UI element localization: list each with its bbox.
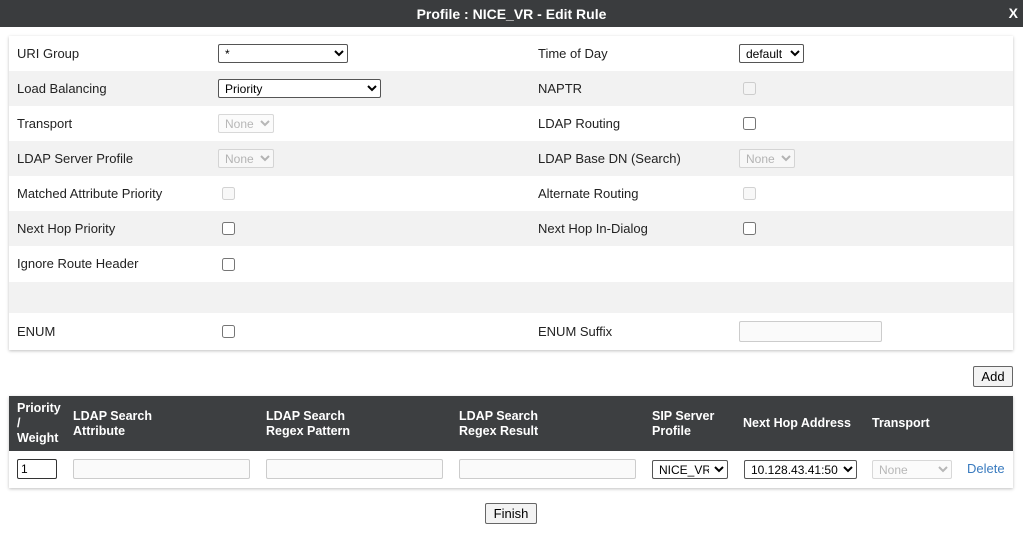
next-hop-in-dialog-checkbox[interactable] [743, 222, 756, 235]
alternate-routing-label: Alternate Routing [538, 186, 639, 201]
load-balancing-label: Load Balancing [17, 81, 107, 96]
form-row-ignore-route-header: Ignore Route Header [9, 246, 1013, 282]
form-row-next-hop-priority: Next Hop Priority Next Hop In-Dialog [9, 211, 1013, 246]
uri-group-select[interactable]: * [218, 44, 348, 63]
rule-form: URI Group * Time of Day default Load Bal… [9, 36, 1013, 350]
next-hop-address-select[interactable]: 10.128.43.41:5060 [744, 460, 857, 479]
time-of-day-label: Time of Day [538, 46, 608, 61]
enum-suffix-label: ENUM Suffix [538, 324, 613, 339]
next-hop-priority-label: Next Hop Priority [17, 221, 116, 236]
row-transport-select[interactable]: None [872, 460, 952, 479]
next-hop-table: Priority / Weight LDAP Search Attribute … [9, 396, 1013, 488]
ldap-routing-label: LDAP Routing [538, 116, 621, 131]
delete-link[interactable]: Delete [967, 461, 1005, 476]
form-row-spacer [9, 282, 1013, 313]
ignore-route-header-checkbox[interactable] [222, 258, 235, 271]
form-row-ldap-server-profile: LDAP Server Profile None LDAP Base DN (S… [9, 141, 1013, 176]
ldap-routing-checkbox[interactable] [743, 117, 756, 130]
table-row: NICE_VR 10.128.43.41:5060 None Delete [9, 451, 1013, 488]
form-row-enum: ENUM ENUM Suffix [9, 313, 1013, 350]
form-row-matched-attribute-priority: Matched Attribute Priority Alternate Rou… [9, 176, 1013, 211]
header-transport: Transport [872, 416, 930, 430]
ldap-base-dn-select[interactable]: None [739, 149, 795, 168]
form-row-load-balancing: Load Balancing Priority NAPTR [9, 71, 1013, 106]
ldap-server-profile-select[interactable]: None [218, 149, 274, 168]
form-row-uri-group: URI Group * Time of Day default [9, 36, 1013, 71]
enum-checkbox[interactable] [222, 325, 235, 338]
finish-button[interactable]: Finish [485, 503, 537, 524]
naptr-label: NAPTR [538, 81, 583, 96]
naptr-checkbox[interactable] [743, 82, 756, 95]
ldap-search-regex-result-input[interactable] [459, 459, 636, 479]
dialog-title: Profile : NICE_VR - Edit Rule [416, 5, 607, 22]
next-hop-in-dialog-label: Next Hop In-Dialog [538, 221, 648, 236]
add-button[interactable]: Add [973, 366, 1013, 387]
ldap-search-regex-pattern-input[interactable] [266, 459, 443, 479]
load-balancing-select[interactable]: Priority [218, 79, 381, 98]
table-header: Priority / Weight LDAP Search Attribute … [9, 396, 1013, 451]
ldap-server-profile-label: LDAP Server Profile [17, 151, 134, 166]
transport-select[interactable]: None [218, 114, 274, 133]
uri-group-label: URI Group [17, 46, 80, 61]
matched-attribute-priority-label: Matched Attribute Priority [17, 186, 163, 201]
header-ldap-search-attribute: LDAP Search Attribute [73, 408, 152, 438]
dialog-titlebar: Profile : NICE_VR - Edit Rule X [0, 0, 1023, 27]
alternate-routing-checkbox[interactable] [743, 187, 756, 200]
enum-label: ENUM [17, 324, 56, 339]
next-hop-priority-checkbox[interactable] [222, 222, 235, 235]
transport-label: Transport [17, 116, 73, 131]
form-row-transport: Transport None LDAP Routing [9, 106, 1013, 141]
ldap-base-dn-label: LDAP Base DN (Search) [538, 151, 681, 166]
priority-weight-input[interactable] [17, 459, 57, 479]
ignore-route-header-label: Ignore Route Header [17, 256, 139, 271]
header-priority-weight: Priority / Weight [17, 401, 61, 445]
time-of-day-select[interactable]: default [739, 44, 804, 63]
enum-suffix-input[interactable] [739, 321, 882, 342]
header-ldap-search-regex-pattern: LDAP Search Regex Pattern [266, 408, 351, 438]
close-icon[interactable]: X [1009, 5, 1018, 21]
header-ldap-search-regex-result: LDAP Search Regex Result [459, 408, 539, 438]
header-next-hop-address: Next Hop Address [743, 416, 851, 430]
matched-attribute-priority-checkbox[interactable] [222, 187, 235, 200]
ldap-search-attribute-input[interactable] [73, 459, 250, 479]
header-sip-server-profile: SIP Server Profile [652, 408, 715, 438]
sip-server-profile-select[interactable]: NICE_VR [652, 460, 728, 479]
